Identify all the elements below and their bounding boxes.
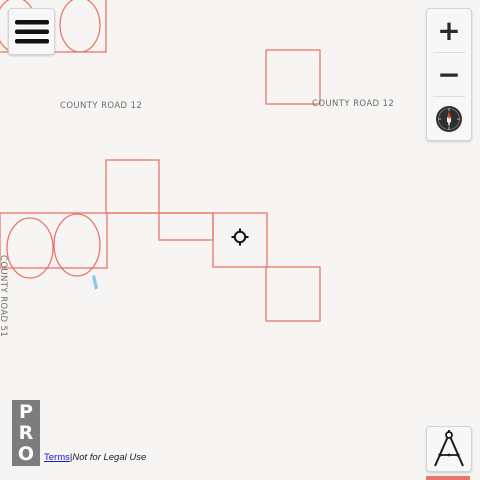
parcel-north-tall bbox=[105, 159, 160, 214]
compass-north-letter: N bbox=[446, 117, 451, 124]
legal-disclaimer: Not for Legal Use bbox=[72, 452, 147, 463]
pro-letter-r: R bbox=[18, 421, 34, 444]
pro-badge: P R O bbox=[12, 400, 40, 466]
zoom-out-button[interactable]: − bbox=[427, 53, 471, 96]
road-label-county-road-12-east: COUNTY ROAD 12 bbox=[312, 99, 395, 109]
compass-icon: N bbox=[436, 105, 462, 132]
menu-button[interactable] bbox=[8, 8, 55, 55]
pro-letter-o: O bbox=[17, 442, 35, 465]
map-footer: Terms|Not for Legal Use bbox=[44, 452, 146, 463]
water-feature bbox=[92, 275, 98, 290]
zoom-in-button[interactable]: + bbox=[427, 9, 471, 52]
plus-icon: + bbox=[437, 13, 461, 47]
road-label-county-road-12-west: COUNTY ROAD 12 bbox=[60, 101, 143, 111]
minus-icon: − bbox=[437, 57, 461, 91]
parcel-southeast bbox=[265, 266, 321, 322]
compass-button[interactable]: N bbox=[427, 97, 471, 140]
parcel-northeast[interactable] bbox=[265, 49, 321, 105]
road-label-county-road-51: COUNTY ROAD 51 bbox=[0, 255, 8, 338]
hamburger-menu-icon bbox=[14, 19, 49, 43]
parcel-west-lobe-right bbox=[53, 213, 101, 277]
measure-active-indicator bbox=[426, 476, 470, 480]
crosshair-icon[interactable] bbox=[231, 228, 249, 246]
map-controls: + − N bbox=[426, 8, 472, 141]
parcel-west-lobe-left bbox=[6, 217, 54, 279]
measure-button[interactable] bbox=[426, 426, 472, 472]
pro-letter-p: P bbox=[19, 400, 33, 423]
parcel-center bbox=[158, 212, 214, 241]
drafting-compass-icon bbox=[434, 430, 464, 467]
parcel-cluster[interactable] bbox=[0, 159, 321, 322]
terms-link[interactable]: Terms bbox=[44, 452, 70, 463]
